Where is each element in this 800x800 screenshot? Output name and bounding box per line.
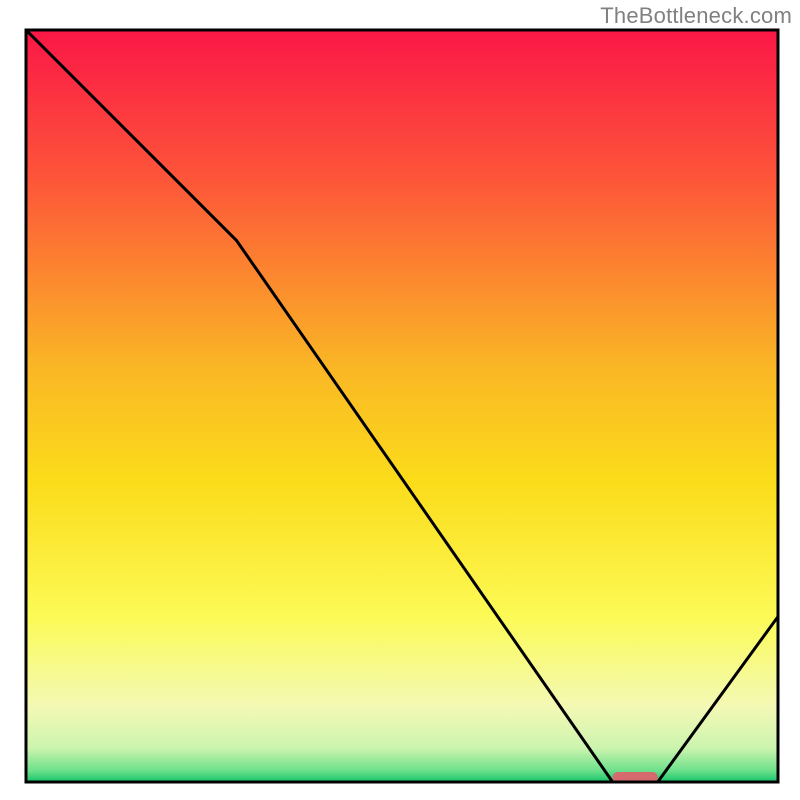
bottleneck-chart [0, 0, 800, 800]
attribution-label: TheBottleneck.com [600, 3, 792, 29]
chart-container: TheBottleneck.com [0, 0, 800, 800]
